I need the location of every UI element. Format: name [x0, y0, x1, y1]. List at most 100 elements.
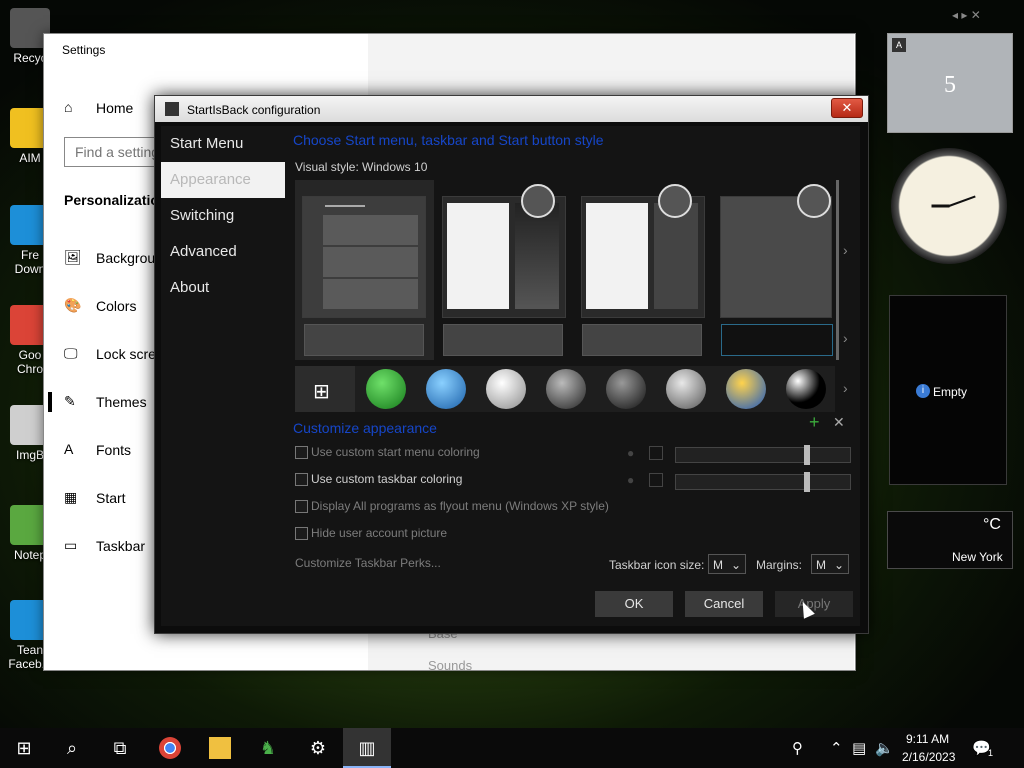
calendar-day: 5 [944, 72, 956, 98]
start-orb-silver[interactable] [666, 369, 706, 409]
icon-size-label: Taskbar icon size: [609, 558, 705, 572]
start-orb-sphere[interactable] [786, 369, 826, 409]
nav-icon: ▭ [64, 537, 78, 553]
sib-nav-item[interactable]: Start Menu [161, 126, 285, 162]
nav-label: Start [96, 490, 126, 506]
section-title: Personalization [64, 192, 168, 208]
option-checkbox[interactable] [295, 527, 308, 540]
nav-icon: ▦ [64, 489, 78, 505]
volume-muted-icon[interactable]: 🔈 [875, 739, 894, 757]
slideshow-empty-label: Empty [933, 385, 968, 399]
home-icon: ⌂ [64, 99, 73, 115]
user-avatar-icon [797, 184, 831, 218]
chevron-right-icon[interactable]: › [843, 330, 848, 346]
sib-titlebar[interactable]: StartIsBack configuration ✕ [155, 96, 868, 122]
sib-nav-label: Appearance [170, 171, 251, 188]
thumbs-scrollbar[interactable] [836, 180, 839, 360]
nav-icon: A [64, 441, 74, 457]
taskbar-style-2[interactable] [443, 324, 563, 356]
icon-size-select[interactable]: M ⌄ [708, 554, 746, 574]
clock-time[interactable]: 9:11 AM [906, 732, 949, 746]
color-swatch[interactable] [649, 446, 663, 460]
clock-date[interactable]: 2/16/2023 [902, 750, 955, 764]
user-avatar-icon [521, 184, 555, 218]
people-icon[interactable]: ⚲ [792, 739, 803, 757]
option-label[interactable]: Use custom taskbar coloring [311, 472, 462, 486]
weather-gadget[interactable]: °C New York [887, 511, 1013, 569]
margins-select[interactable]: M ⌄ [811, 554, 849, 574]
search-icon: ⌕ [66, 738, 78, 758]
ok-button[interactable]: OK [595, 591, 673, 617]
folder-icon [209, 737, 231, 759]
nav-label: Colors [96, 298, 137, 314]
chevron-down-icon: ⌄ [833, 558, 844, 572]
slideshow-gadget[interactable]: i Empty [889, 295, 1007, 485]
task-view-button[interactable]: ⧉ [96, 728, 144, 768]
sib-title: StartIsBack configuration [187, 103, 321, 117]
taskbar-startisback[interactable]: ▥ [343, 728, 391, 768]
start-orb-black[interactable] [606, 369, 646, 409]
windows-logo-icon: ⊞ [16, 738, 32, 758]
icon-size-value: M [713, 558, 723, 572]
customize-heading: Customize appearance [293, 420, 437, 436]
color-drop-icon: ● [627, 473, 635, 487]
chevron-up-icon[interactable]: ⌃ [830, 739, 843, 757]
taskbar-style-1[interactable] [304, 324, 424, 356]
remove-icon[interactable]: ✕ [833, 414, 845, 431]
add-icon[interactable]: + [809, 412, 820, 433]
notification-count: 1 [988, 748, 994, 758]
sib-close-button[interactable]: ✕ [831, 98, 863, 118]
search-button[interactable]: ⌕ [48, 728, 96, 768]
taskbar-file-explorer[interactable] [196, 728, 244, 768]
taskbar-style-3[interactable] [582, 324, 702, 356]
sib-nav-item[interactable]: Advanced [161, 234, 285, 270]
taskbar-chrome[interactable] [146, 728, 194, 768]
weather-unit: °C [983, 516, 1001, 533]
nav-icon: 🖼 [64, 249, 82, 265]
windows-logo-icon[interactable]: ⊞ [313, 379, 330, 404]
sib-nav-label: About [170, 279, 210, 296]
taskbar-transparency-slider[interactable] [675, 472, 851, 492]
style-heading: Choose Start menu, taskbar and Start but… [293, 132, 604, 148]
info-icon: i [916, 384, 930, 398]
network-icon[interactable]: ▤ [852, 739, 866, 757]
calendar-gadget[interactable]: A 5 [887, 33, 1013, 133]
cancel-button[interactable]: Cancel [685, 591, 763, 617]
clock-gadget[interactable] [891, 148, 1007, 264]
start-orb-vista[interactable] [726, 369, 766, 409]
option-label[interactable]: Display All programs as flyout menu (Win… [311, 499, 609, 513]
option-checkbox[interactable] [295, 500, 308, 513]
customize-perks-link[interactable]: Customize Taskbar Perks... [295, 556, 441, 570]
start-orb-dark[interactable] [546, 369, 586, 409]
start-orb-win7[interactable] [426, 369, 466, 409]
color-swatch[interactable] [649, 473, 663, 487]
sib-nav-label: Switching [170, 207, 235, 224]
chevron-right-icon[interactable]: › [843, 380, 848, 396]
option-checkbox[interactable] [295, 446, 308, 459]
option-checkbox[interactable] [295, 473, 308, 486]
start-button[interactable]: ⊞ [0, 728, 48, 768]
clock-hour-hand [931, 204, 950, 208]
start-menu-style-win10[interactable] [302, 196, 426, 318]
task-view-icon: ⧉ [113, 738, 127, 758]
gadget-nav-arrows[interactable]: ◂ ▸ ✕ [952, 8, 981, 22]
option-label[interactable]: Hide user account picture [311, 526, 447, 540]
start-menu-transparency-slider[interactable] [675, 445, 851, 465]
nav-label: Themes [96, 394, 147, 410]
start-orb-white[interactable] [486, 369, 526, 409]
sib-nav-item[interactable]: Switching [161, 198, 285, 234]
start-menu-style-plain8[interactable] [581, 196, 705, 318]
taskbar-settings[interactable]: ⚙ [294, 728, 342, 768]
taskbar-style-4[interactable] [721, 324, 833, 356]
sib-nav-item[interactable]: Appearance [161, 162, 285, 198]
sib-nav-item[interactable]: About [161, 270, 285, 306]
taskbar-app[interactable]: ♞ [244, 728, 292, 768]
nav-icon: ✎ [64, 393, 76, 409]
chevron-right-icon[interactable]: › [843, 242, 848, 258]
margins-value: M [816, 558, 826, 572]
clock-minute-hand [948, 195, 976, 207]
start-orb-clover[interactable] [366, 369, 406, 409]
taskbar: ⊞ ⌕ ⧉ ♞ ⚙ ▥ ⚲ ⌃ ▤ 🔈 9:11 AM 2/16/2023 💬 … [0, 728, 1024, 768]
option-label[interactable]: Use custom start menu coloring [311, 445, 480, 459]
margins-label: Margins: [756, 558, 803, 572]
